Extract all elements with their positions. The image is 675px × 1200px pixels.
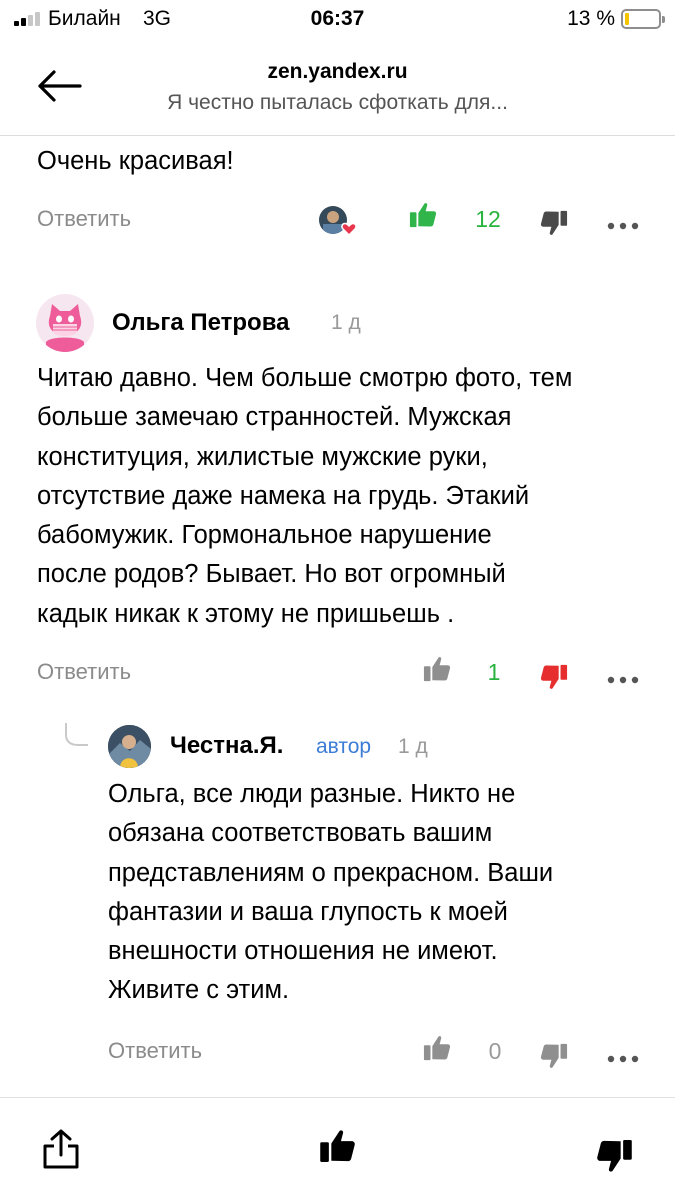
comment-line: Читаю давно. Чем больше смотрю фото, тем bbox=[37, 364, 573, 392]
comment-line: больше замечаю странностей. Мужская bbox=[37, 403, 512, 432]
dislike-icon[interactable] bbox=[596, 1136, 633, 1176]
more-options-icon[interactable] bbox=[607, 671, 639, 684]
comment-time: 1 д bbox=[331, 311, 361, 334]
reply-button[interactable]: Ответить bbox=[108, 1038, 202, 1064]
comment-line: конституция, жилистые мужские руки, bbox=[37, 442, 488, 471]
comment-line: после родов? Бывает. Но вот огромный bbox=[37, 560, 506, 589]
comment-line: Живите с этим. bbox=[108, 976, 290, 1005]
like-icon[interactable] bbox=[409, 200, 437, 230]
site-domain: zen.yandex.ru bbox=[267, 60, 408, 83]
bottom-action-bar bbox=[0, 1097, 675, 1200]
avatar[interactable] bbox=[36, 294, 94, 352]
cat-mask-icon bbox=[46, 304, 84, 352]
more-options-icon[interactable] bbox=[607, 217, 639, 230]
avatar[interactable] bbox=[108, 725, 151, 768]
battery-icon bbox=[621, 9, 665, 29]
like-icon[interactable] bbox=[423, 654, 451, 684]
comment-line: внешности отношения не имеют. bbox=[108, 937, 498, 966]
comment-line: отсутствие даже намека на грудь. Этакий bbox=[37, 481, 530, 510]
dislike-icon[interactable] bbox=[540, 662, 568, 692]
reply-thread-connector bbox=[65, 723, 88, 746]
comment-author[interactable]: Честна.Я. bbox=[170, 732, 283, 760]
more-options-icon[interactable] bbox=[607, 1050, 639, 1063]
dislike-icon[interactable] bbox=[540, 208, 568, 238]
like-count: 12 bbox=[475, 206, 501, 232]
comment-time: 1 д bbox=[398, 735, 428, 758]
comment-line: кадык никак к этому не пришьешь . bbox=[37, 599, 455, 628]
comment-line: представлениям о прекрасном. Ваши bbox=[108, 858, 554, 887]
like-count: 1 bbox=[487, 659, 501, 685]
article-title: Я честно пыталась сфоткать для... bbox=[167, 91, 508, 114]
status-bar: Билайн 3G 06:37 13 % bbox=[0, 0, 675, 38]
like-icon[interactable] bbox=[319, 1126, 356, 1166]
reply-button[interactable]: Ответить bbox=[37, 206, 131, 232]
comment-line: фантазии и ваша глупость к моей bbox=[108, 897, 508, 926]
share-icon[interactable] bbox=[40, 1128, 82, 1170]
author-liked-avatar bbox=[318, 205, 358, 237]
battery-percent: 13 % bbox=[567, 7, 615, 30]
comment-body: Ольга, все люди разные. Никто не обязана… bbox=[108, 775, 553, 1011]
comment-line: Ольга, все люди разные. Никто не bbox=[108, 780, 516, 808]
reply-button[interactable]: Ответить bbox=[37, 659, 131, 685]
comment-line: обязана соответствовать вашим bbox=[108, 819, 493, 848]
comment-line: бабомужик. Гормональное нарушение bbox=[37, 521, 492, 550]
comment-text: Очень красивая! bbox=[37, 147, 234, 175]
author-badge: автор bbox=[316, 735, 372, 758]
like-count: 0 bbox=[488, 1038, 502, 1064]
dislike-icon[interactable] bbox=[540, 1041, 568, 1071]
page-header: zen.yandex.ru Я честно пыталась сфоткать… bbox=[0, 38, 675, 136]
like-icon[interactable] bbox=[423, 1033, 451, 1063]
comment-body: Читаю давно. Чем больше смотрю фото, тем… bbox=[37, 359, 572, 634]
comment-author[interactable]: Ольга Петрова bbox=[112, 309, 290, 337]
